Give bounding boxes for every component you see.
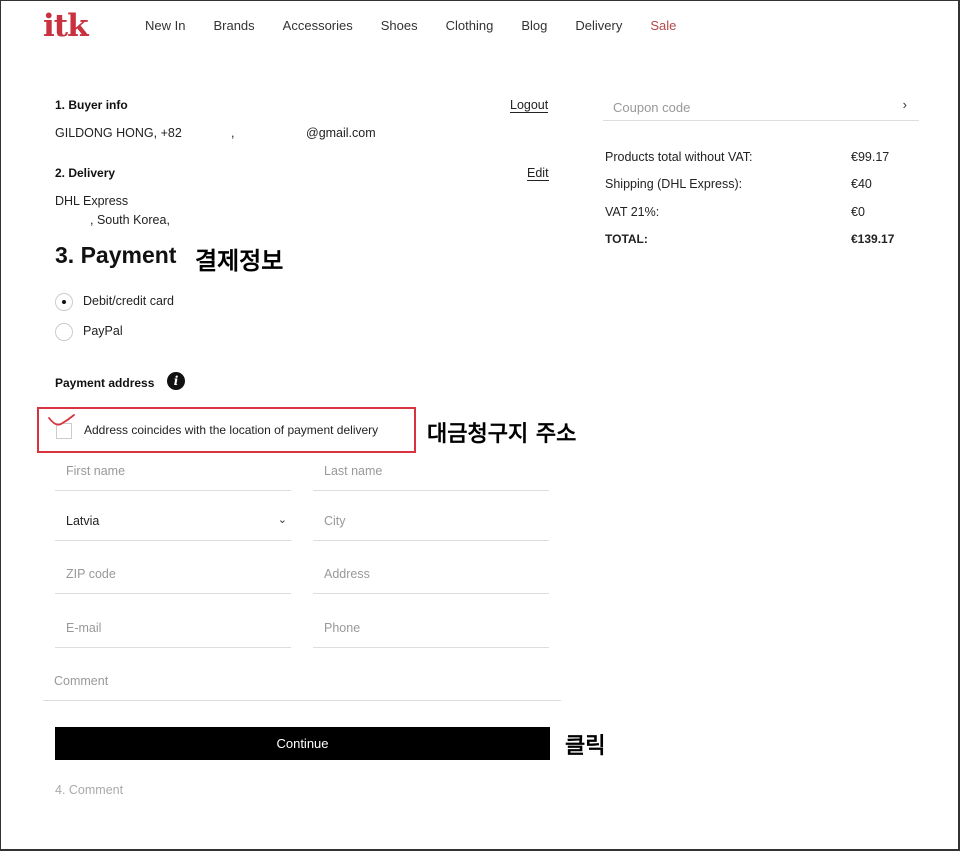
comment-step-title[interactable]: 4. Comment: [55, 783, 123, 797]
buyer-info-title: 1. Buyer info: [55, 98, 128, 112]
buyer-name-phone: GILDONG HONG, +82: [55, 126, 182, 140]
site-logo[interactable]: itk: [43, 10, 89, 42]
buyer-separator: ,: [231, 126, 235, 140]
delivery-title: 2. Delivery: [55, 166, 116, 180]
city-input[interactable]: City: [313, 513, 549, 541]
coupon-input[interactable]: Coupon code ›: [603, 92, 919, 121]
summary-label: TOTAL:: [605, 232, 648, 246]
option-card-label[interactable]: Debit/credit card: [83, 294, 174, 308]
summary-label: VAT 21%:: [605, 205, 660, 219]
radio-card[interactable]: [55, 293, 73, 311]
first-name-placeholder: First name: [66, 464, 126, 478]
nav-sale[interactable]: Sale: [650, 18, 676, 34]
chevron-down-icon: ⌄: [277, 514, 287, 526]
address-coincides-label[interactable]: Address coincides with the location of p…: [84, 423, 378, 437]
continue-button[interactable]: Continue: [55, 727, 550, 760]
checkmark-annotation-icon: [48, 414, 75, 426]
payment-annotation: 결제정보: [195, 247, 284, 275]
summary-value: €40: [851, 177, 872, 191]
summary-value: €99.17: [851, 150, 890, 164]
billing-address-annotation: 대금청구지 주소: [427, 422, 577, 447]
logout-link[interactable]: Logout: [510, 98, 549, 113]
last-name-placeholder: Last name: [324, 464, 383, 478]
email-placeholder: E-mail: [66, 621, 102, 635]
address-input[interactable]: Address: [313, 566, 549, 594]
comment-placeholder: Comment: [54, 674, 109, 688]
email-input[interactable]: E-mail: [55, 620, 291, 648]
comment-input[interactable]: Comment: [43, 673, 561, 701]
edit-delivery-link[interactable]: Edit: [527, 166, 549, 181]
nav-accessories[interactable]: Accessories: [283, 18, 353, 34]
chevron-right-icon[interactable]: ›: [903, 97, 907, 112]
payment-title: 3. Payment: [55, 242, 177, 268]
click-annotation: 클릭: [565, 734, 606, 759]
first-name-input[interactable]: First name: [55, 463, 291, 491]
nav-shoes[interactable]: Shoes: [381, 18, 418, 34]
buyer-email: @gmail.com: [306, 126, 376, 140]
city-placeholder: City: [324, 514, 346, 528]
nav-new-in[interactable]: New In: [145, 18, 185, 34]
info-icon[interactable]: i: [167, 372, 185, 390]
delivery-carrier: DHL Express: [55, 194, 129, 208]
nav-blog[interactable]: Blog: [521, 18, 547, 34]
main-nav: New In Brands Accessories Shoes Clothing…: [145, 18, 704, 34]
summary-label: Products total without VAT:: [605, 150, 753, 164]
summary-value: €0: [851, 205, 865, 219]
zip-placeholder: ZIP code: [66, 567, 116, 581]
summary-row-total: TOTAL: €139.17: [605, 232, 905, 246]
phone-input[interactable]: Phone: [313, 620, 549, 648]
zip-input[interactable]: ZIP code: [55, 566, 291, 594]
summary-label: Shipping (DHL Express):: [605, 177, 743, 191]
last-name-input[interactable]: Last name: [313, 463, 549, 491]
delivery-address: , South Korea,: [90, 213, 170, 227]
country-select[interactable]: Latvia ⌄: [55, 513, 291, 541]
summary-value: €139.17: [851, 232, 895, 246]
radio-paypal[interactable]: [55, 323, 73, 341]
payment-address-title: Payment address: [55, 376, 155, 390]
summary-row-shipping: Shipping (DHL Express): €40: [605, 177, 905, 191]
radio-selected-dot: [62, 300, 66, 304]
summary-row-products: Products total without VAT: €99.17: [605, 150, 905, 164]
option-paypal-label[interactable]: PayPal: [83, 324, 123, 338]
phone-placeholder: Phone: [324, 621, 361, 635]
country-value: Latvia: [66, 514, 100, 528]
address-placeholder: Address: [324, 567, 370, 581]
coupon-placeholder: Coupon code: [613, 100, 691, 115]
nav-clothing[interactable]: Clothing: [446, 18, 494, 34]
nav-delivery[interactable]: Delivery: [575, 18, 622, 34]
nav-brands[interactable]: Brands: [213, 18, 254, 34]
summary-row-vat: VAT 21%: €0: [605, 205, 905, 219]
